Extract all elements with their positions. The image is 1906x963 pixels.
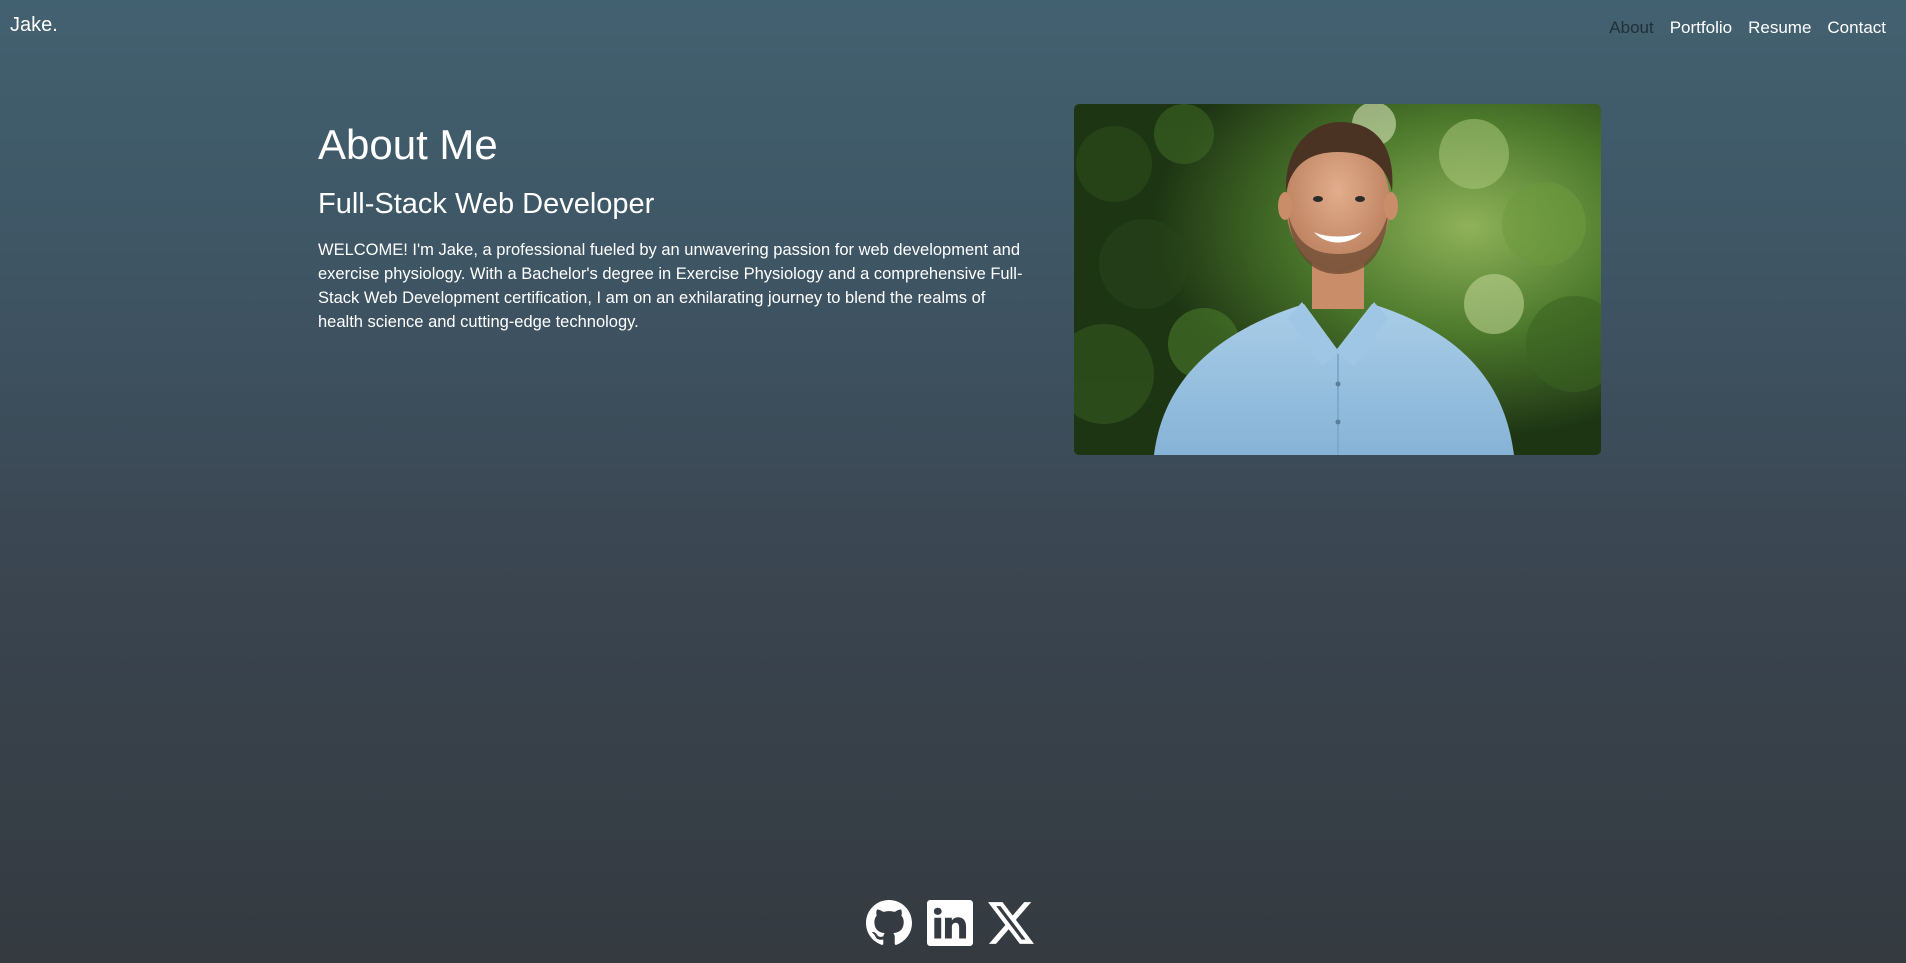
about-subtitle: Full-Stack Web Developer <box>318 188 655 220</box>
nav-link-about[interactable]: About <box>1609 18 1653 38</box>
about-body: WELCOME! I'm Jake, a professional fueled… <box>318 241 1023 331</box>
github-icon[interactable] <box>866 900 912 946</box>
nav-link-portfolio[interactable]: Portfolio <box>1670 18 1732 38</box>
nav-link-resume[interactable]: Resume <box>1748 18 1811 38</box>
social-links <box>866 900 1034 946</box>
nav-links: About Portfolio Resume Contact <box>1609 18 1886 38</box>
nav-link-contact[interactable]: Contact <box>1827 18 1886 38</box>
brand-logo[interactable]: Jake. <box>10 14 58 37</box>
navbar: Jake. About Portfolio Resume Contact <box>0 0 1906 56</box>
about-title: About Me <box>318 121 498 168</box>
about-section: About Me Full-Stack Web Developer WELCOM… <box>318 118 1033 334</box>
linkedin-icon[interactable] <box>927 900 973 946</box>
profile-photo <box>1074 104 1601 455</box>
x-icon[interactable] <box>988 900 1034 946</box>
